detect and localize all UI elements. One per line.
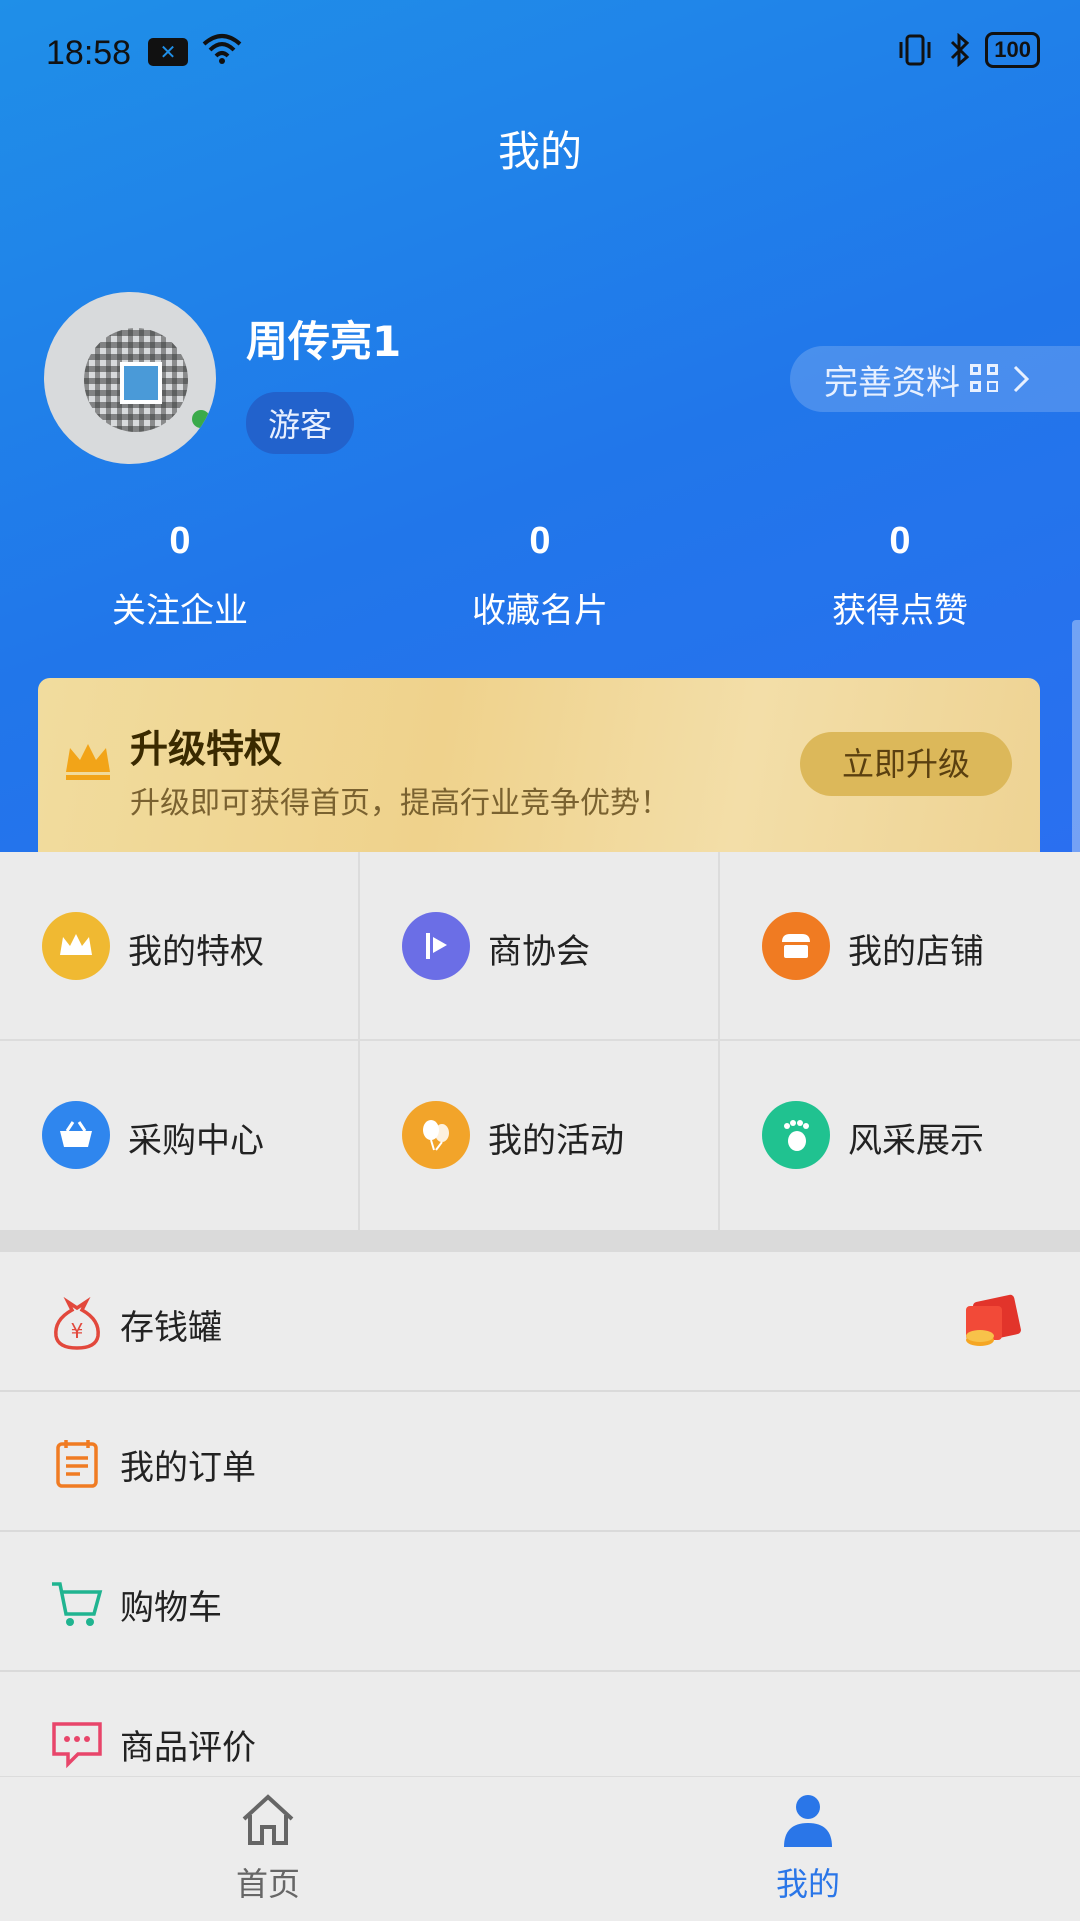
grid-item-label: 商协会 <box>488 932 590 972</box>
vibrate-icon <box>899 34 931 66</box>
basket-icon <box>42 1101 110 1169</box>
stat-likes[interactable]: 0 获得点赞 <box>720 520 1080 640</box>
menu-list: ¥ 存钱罐 我的订单 购物车 商品评价 <box>0 1252 1080 1812</box>
grid-item-my-activities[interactable]: 我的活动 <box>360 1041 720 1230</box>
upgrade-title: 升级特权 <box>130 727 283 771</box>
list-item-cart[interactable]: 购物车 <box>0 1532 1080 1672</box>
shop-icon <box>762 912 830 980</box>
tab-label: 我的 <box>775 1865 840 1903</box>
grid-item-label: 我的特权 <box>128 932 264 972</box>
complete-profile-label: 完善资料 <box>824 362 960 403</box>
home-icon <box>242 1794 294 1845</box>
wifi-icon <box>202 34 242 64</box>
stat-followed-companies[interactable]: 0 关注企业 <box>0 520 360 640</box>
crown-icon <box>66 744 110 780</box>
list-item-label: 存钱罐 <box>120 1308 222 1348</box>
grid-item-label: 我的店铺 <box>848 932 984 972</box>
stat-saved-cards[interactable]: 0 收藏名片 <box>360 520 720 640</box>
bottom-tab-bar: 首页 我的 <box>0 1776 1080 1921</box>
tab-home[interactable]: 首页 <box>168 1791 368 1905</box>
order-icon <box>56 1440 98 1488</box>
stat-label: 获得点赞 <box>832 591 968 631</box>
comment-icon <box>52 1722 102 1769</box>
red-envelope-icon <box>966 1294 1021 1346</box>
username: 周传亮1 <box>246 317 402 366</box>
grid-item-privileges[interactable]: 我的特权 <box>0 852 360 1041</box>
grid-item-my-shop[interactable]: 我的店铺 <box>720 852 1080 1041</box>
stat-label: 收藏名片 <box>472 591 608 631</box>
stat-value: 0 <box>169 520 191 562</box>
upgrade-now-button[interactable]: 立即升级 <box>800 732 1012 796</box>
grid-item-label: 采购中心 <box>128 1121 264 1161</box>
tab-label: 首页 <box>235 1865 300 1903</box>
avatar-qr-logo <box>120 362 162 404</box>
list-item-my-orders[interactable]: 我的订单 <box>0 1392 1080 1532</box>
upgrade-description: 升级即可获得首页，提高行业竞争优势！ <box>130 786 670 821</box>
user-icon <box>784 1795 832 1847</box>
page-title: 我的 <box>497 127 582 176</box>
section-divider <box>0 1230 1080 1252</box>
list-item-piggy-bank[interactable]: ¥ 存钱罐 <box>0 1252 1080 1392</box>
money-bag-icon: ¥ <box>54 1296 100 1350</box>
avatar-wechat-badge <box>192 410 210 428</box>
footprint-icon <box>762 1101 830 1169</box>
bluetooth-icon <box>951 33 970 67</box>
sim-icon: ✕ <box>148 38 188 66</box>
role-badge: 游客 <box>246 392 355 454</box>
svg-text:¥: ¥ <box>71 1319 84 1343</box>
cart-icon <box>52 1582 103 1626</box>
grid-item-label: 风采展示 <box>848 1121 984 1161</box>
status-time: 18:58 <box>46 34 132 72</box>
grid-item-association[interactable]: 商协会 <box>360 852 720 1041</box>
stat-value: 0 <box>889 520 911 562</box>
crown-icon <box>42 912 110 980</box>
stat-label: 关注企业 <box>112 591 248 631</box>
status-bar: 18:58 ✕ 100 <box>0 0 1080 104</box>
list-item-label: 商品评价 <box>120 1728 256 1768</box>
upgrade-card: 升级特权 升级即可获得首页，提高行业竞争优势！ 立即升级 <box>38 678 1040 860</box>
flag-icon <box>402 912 470 980</box>
chevron-right-icon <box>1013 365 1030 393</box>
battery-indicator: 100 <box>985 32 1040 68</box>
grid-item-showcase[interactable]: 风采展示 <box>720 1041 1080 1230</box>
grid-item-label: 我的活动 <box>488 1121 624 1161</box>
complete-profile-button[interactable]: 完善资料 <box>790 346 1080 412</box>
feature-grid: 我的特权 商协会 我的店铺 采购中心 我的活动 风采展示 <box>0 852 1080 1230</box>
stat-value: 0 <box>529 520 551 562</box>
grid-item-purchasing[interactable]: 采购中心 <box>0 1041 360 1230</box>
avatar[interactable] <box>44 292 216 464</box>
list-item-label: 购物车 <box>120 1588 222 1628</box>
edge-handle <box>1072 620 1080 880</box>
qr-code-icon <box>970 364 1000 394</box>
stats-row: 0 关注企业 0 收藏名片 0 获得点赞 <box>0 520 1080 640</box>
list-item-label: 我的订单 <box>120 1448 256 1488</box>
balloons-icon <box>402 1101 470 1169</box>
tab-mine[interactable]: 我的 <box>708 1791 908 1905</box>
